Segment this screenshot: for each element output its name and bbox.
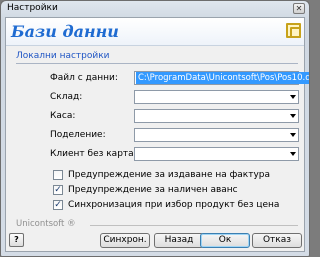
division-label: Поделение: — [50, 130, 106, 140]
page-title: Бази данни — [11, 22, 119, 41]
advance-warning-checkbox[interactable]: ✓ — [53, 185, 63, 195]
brand-label: Unicontsoft ® — [16, 219, 76, 229]
cashdesk-label: Каса: — [50, 111, 76, 121]
cashdesk-value — [136, 110, 140, 122]
help-icon: ? — [14, 235, 19, 244]
division-combo[interactable] — [134, 128, 299, 142]
warehouse-value — [136, 91, 140, 103]
warehouse-label: Склад: — [50, 92, 83, 102]
data-file-combo[interactable]: C:\ProgramData\Unicontsoft\Pos\Pos10.db — [134, 71, 309, 85]
data-file-label: Файл с данни: — [50, 73, 118, 83]
section-divider — [16, 63, 298, 64]
walkin-client-combo[interactable] — [134, 147, 299, 161]
close-button[interactable]: ✕ — [293, 3, 305, 14]
dialog-body: Бази данни Локални настройки Файл с данн… — [5, 17, 309, 252]
walkin-client-label: Клиент без карта: — [50, 149, 137, 159]
invoice-warning-label: Предупреждение за издаване на фактура — [68, 170, 271, 180]
invoice-warning-checkbox[interactable] — [53, 170, 63, 180]
back-button[interactable]: Назад — [154, 233, 204, 248]
cashdesk-combo[interactable] — [134, 109, 299, 123]
sync-button[interactable]: Синхрон. — [100, 233, 150, 248]
settings-logo-icon — [286, 23, 301, 38]
dropdown-arrow-icon[interactable] — [290, 95, 296, 99]
walkin-client-value — [136, 148, 140, 160]
data-file-value: C:\ProgramData\Unicontsoft\Pos\Pos10.db — [136, 72, 309, 84]
footer-divider — [90, 225, 298, 226]
cancel-button[interactable]: Отказ — [252, 233, 302, 248]
dropdown-arrow-icon[interactable] — [290, 152, 296, 156]
sync-no-price-checkbox[interactable]: ✓ — [53, 200, 63, 210]
dropdown-arrow-icon[interactable] — [290, 114, 296, 118]
ok-button[interactable]: Ок — [200, 233, 250, 248]
advance-warning-label: Предупреждение за наличен аванс — [68, 185, 238, 195]
settings-window: Настройки ✕ Бази данни Локални настройки… — [0, 0, 310, 257]
window-title: Настройки — [7, 3, 58, 13]
title-bar[interactable]: Настройки ✕ — [1, 1, 309, 16]
section-caption: Локални настройки — [16, 51, 110, 61]
sync-no-price-label: Синхронизация при избор продукт без цена — [68, 200, 280, 210]
close-icon: ✕ — [295, 4, 303, 13]
warehouse-combo[interactable] — [134, 90, 299, 104]
division-value — [136, 129, 140, 141]
help-button[interactable]: ? — [9, 233, 24, 247]
dialog-header: Бази данни — [6, 18, 304, 46]
dropdown-arrow-icon[interactable] — [290, 133, 296, 137]
